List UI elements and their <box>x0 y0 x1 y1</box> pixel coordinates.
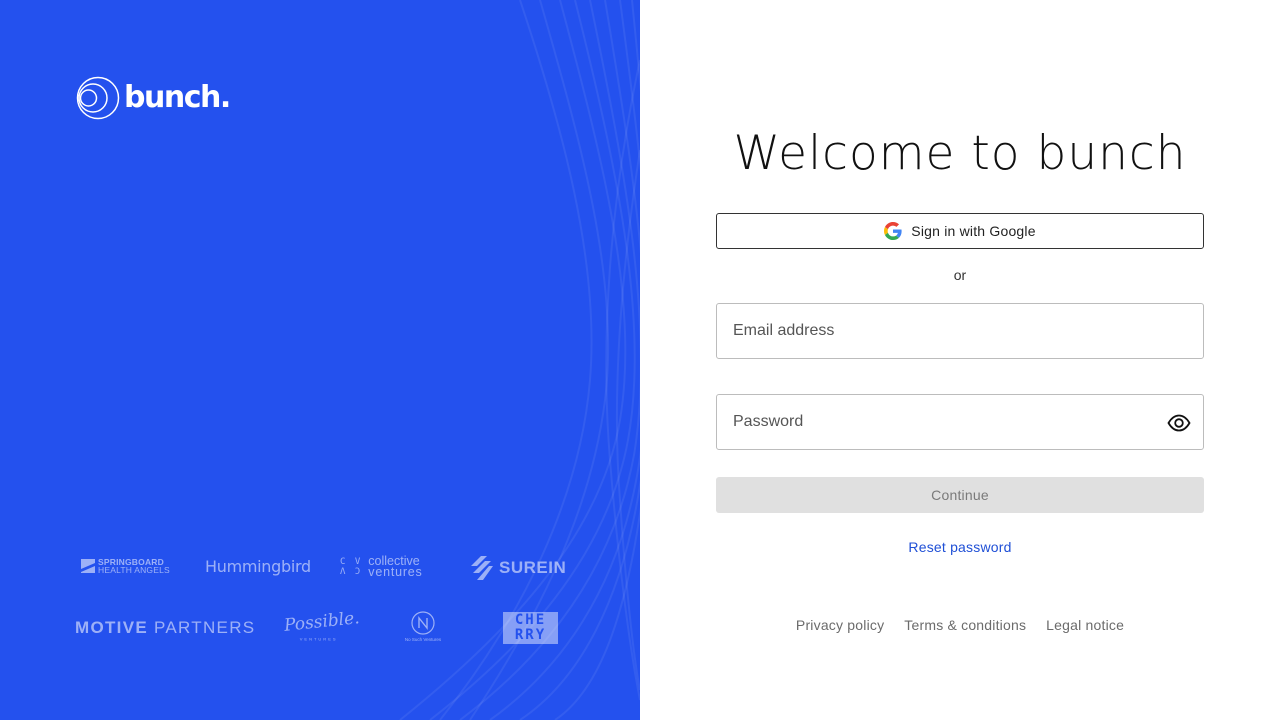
investor-collective-logo: C V Λ Ɔ collective ventures <box>340 555 423 579</box>
springboard-mark-icon <box>81 559 95 573</box>
springboard-line2: HEALTH ANGELS <box>98 565 170 575</box>
email-input[interactable] <box>717 304 1203 358</box>
investor-springboard-logo: SPRINGBOARD HEALTH ANGELS <box>81 558 170 574</box>
terms-conditions-link[interactable]: Terms & conditions <box>904 617 1026 633</box>
cherry-line2: RRY <box>514 627 547 643</box>
google-g-icon <box>884 222 902 240</box>
investor-surein-logo: SUREIN <box>471 556 566 580</box>
investor-nosuch-logo: No Such Ventures <box>400 611 446 642</box>
continue-button[interactable]: Continue <box>716 477 1204 513</box>
collective-mark-line2: Λ Ɔ <box>340 567 363 577</box>
page-title: Welcome to bunch <box>733 126 1187 181</box>
collective-line2: ventures <box>368 565 423 579</box>
investor-cherry-logo: CHE RRY <box>503 612 558 644</box>
legal-notice-link[interactable]: Legal notice <box>1046 617 1124 633</box>
or-divider: or <box>953 267 967 283</box>
possible-wordmark: Possible. <box>283 608 361 636</box>
investor-hummingbird-logo: Hummingbird <box>205 557 311 576</box>
cherry-line1: CHE <box>514 612 547 628</box>
eye-icon[interactable] <box>1167 412 1191 434</box>
footer-links: Privacy policy Terms & conditions Legal … <box>640 617 1280 633</box>
privacy-policy-link[interactable]: Privacy policy <box>796 617 884 633</box>
google-sign-in-label: Sign in with Google <box>911 223 1036 239</box>
password-input[interactable] <box>717 395 1203 449</box>
investor-motive-logo: MOTIVE PARTNERS <box>75 618 255 638</box>
investor-possible-logo: Possible. VENTURES <box>283 608 361 641</box>
collective-mark-line1: C V <box>340 557 363 567</box>
motive-rest: PARTNERS <box>147 618 256 637</box>
password-field <box>716 394 1204 450</box>
reset-password-link[interactable]: Reset password <box>640 539 1280 555</box>
surein-mark-icon <box>471 556 493 580</box>
motive-bold: MOTIVE <box>75 618 148 637</box>
nosuch-mark-icon <box>411 611 435 635</box>
investor-logos: SPRINGBOARD HEALTH ANGELS Hummingbird C … <box>0 0 640 720</box>
possible-sub: VENTURES <box>299 636 338 642</box>
brand-panel: bunch. SPRINGBOARD HEALTH ANGELS Humming… <box>0 0 640 720</box>
email-field <box>716 303 1204 359</box>
login-panel: Welcome to bunch Sign in with Google or … <box>640 0 1280 720</box>
google-sign-in-button[interactable]: Sign in with Google <box>716 213 1204 249</box>
nosuch-wordmark: No Such Ventures <box>404 637 442 642</box>
surein-wordmark: SUREIN <box>499 558 567 577</box>
